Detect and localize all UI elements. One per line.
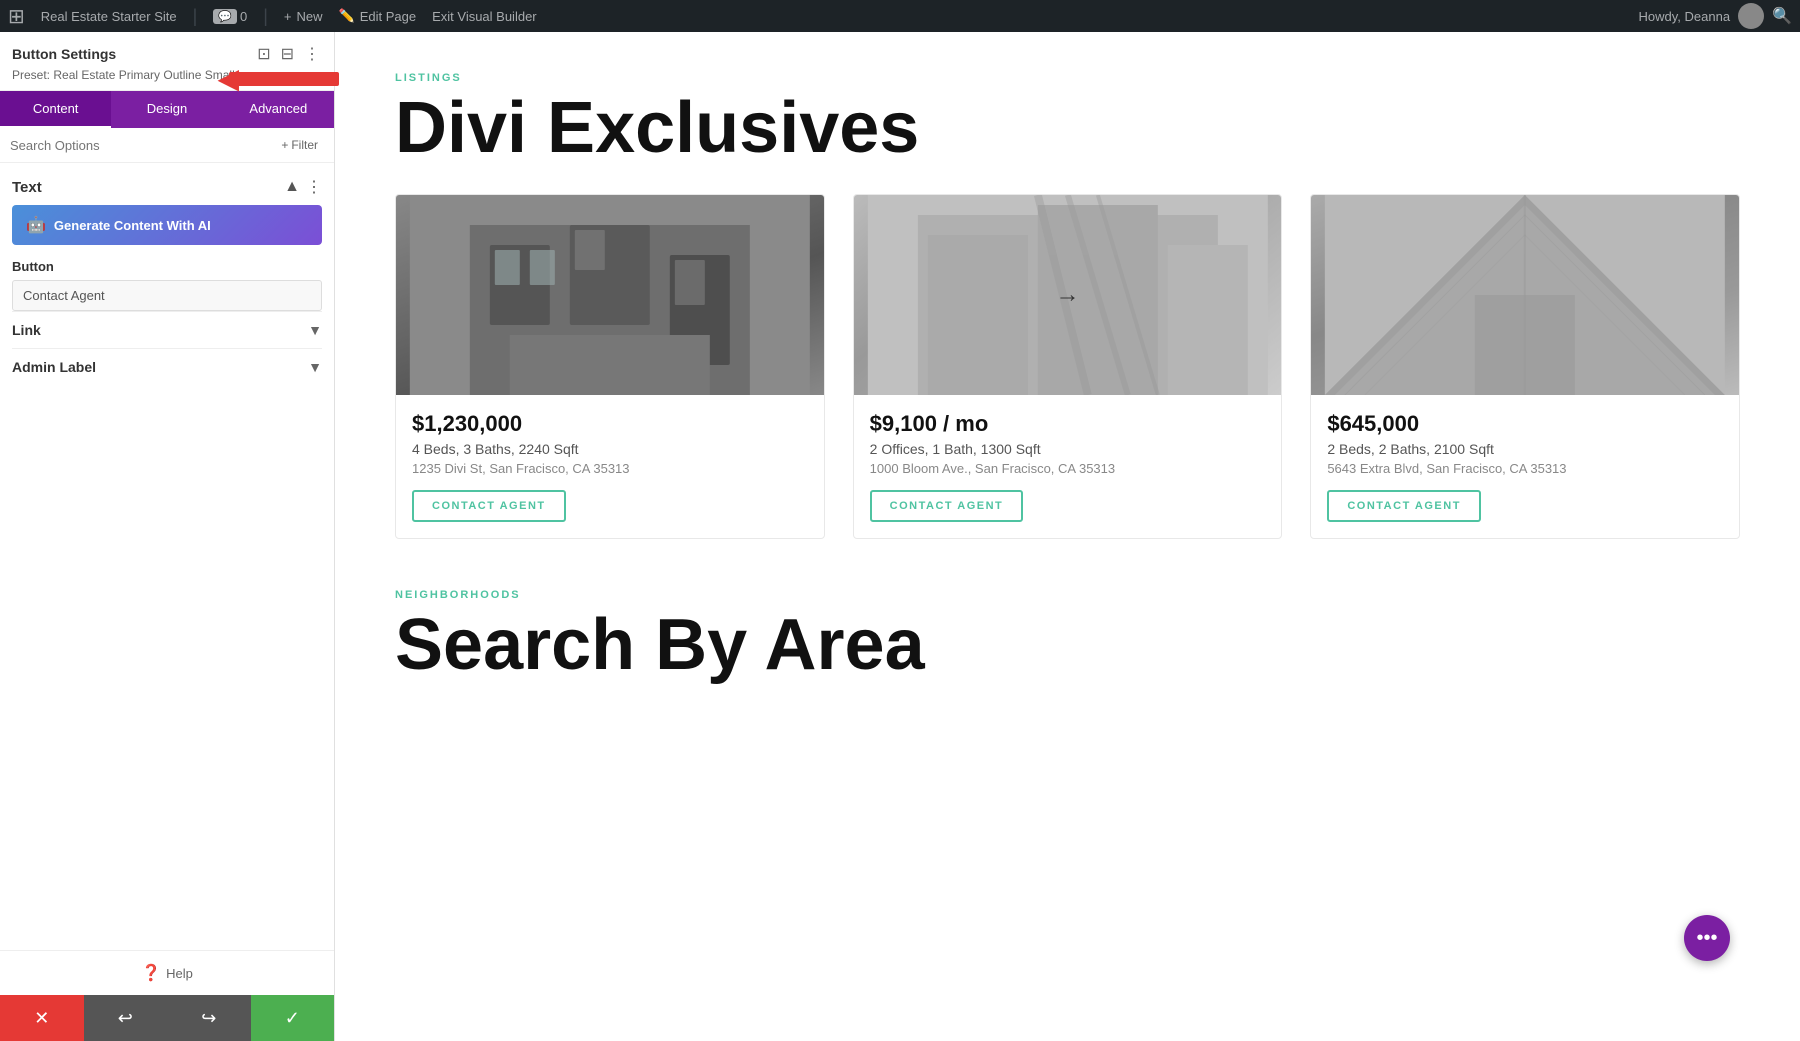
- left-panel: Button Settings ⊡ ⊟ ⋮ Preset: Real Estat…: [0, 32, 335, 1041]
- listing-details-1: 4 Beds, 3 Baths, 2240 Sqft: [412, 441, 808, 457]
- contact-agent-button-1[interactable]: CONTACT AGENT: [412, 490, 566, 522]
- ai-generate-button[interactable]: 🤖 Generate Content With AI: [12, 205, 322, 245]
- neighborhoods-label: NEIGHBORHOODS: [395, 589, 1740, 601]
- content-area: LISTINGS Divi Exclusives: [335, 32, 1800, 1041]
- panel-tabs: Content Design Advanced: [0, 91, 334, 128]
- listing-price-3: $645,000: [1327, 411, 1723, 437]
- listing-address-3: 5643 Extra Blvd, San Fracisco, CA 35313: [1327, 461, 1723, 476]
- undo-button[interactable]: ↩: [84, 995, 168, 1041]
- listing-body-3: $645,000 2 Beds, 2 Baths, 2100 Sqft 5643…: [1311, 395, 1739, 538]
- search-row: + Filter: [0, 128, 334, 163]
- comment-icon: 💬: [213, 9, 237, 24]
- listings-label: LISTINGS: [395, 72, 1740, 84]
- listing-image-2: →: [854, 195, 1282, 395]
- help-icon: ❓: [141, 963, 161, 983]
- text-section-collapse-icon[interactable]: ▲: [284, 178, 300, 196]
- listing-details-3: 2 Beds, 2 Baths, 2100 Sqft: [1327, 441, 1723, 457]
- text-section-menu-icon[interactable]: ⋮: [306, 177, 322, 197]
- listing-card-3: $645,000 2 Beds, 2 Baths, 2100 Sqft 5643…: [1310, 194, 1740, 539]
- text-section-title: Text: [12, 179, 42, 196]
- admin-exit-builder[interactable]: Exit Visual Builder: [432, 9, 537, 24]
- listing-details-2: 2 Offices, 1 Bath, 1300 Sqft: [870, 441, 1266, 457]
- btn-settings-title: Button Settings: [12, 46, 116, 62]
- listings-grid: $1,230,000 4 Beds, 3 Baths, 2240 Sqft 12…: [395, 194, 1740, 539]
- main-layout: Button Settings ⊡ ⊟ ⋮ Preset: Real Estat…: [0, 32, 1800, 1041]
- panel-content: Text ▲ ⋮ 🤖 Generate Content With AI Butt…: [0, 163, 334, 950]
- admin-bar: ⊞ Real Estate Starter Site | 💬 0 | + New…: [0, 0, 1800, 32]
- link-chevron-icon: ▼: [308, 322, 322, 338]
- tab-design[interactable]: Design: [111, 91, 222, 128]
- admin-label-title: Admin Label: [12, 359, 96, 375]
- listing-address-2: 1000 Bloom Ave., San Fracisco, CA 35313: [870, 461, 1266, 476]
- floating-menu-button[interactable]: •••: [1684, 915, 1730, 961]
- wordpress-icon[interactable]: ⊞: [8, 4, 25, 29]
- save-button[interactable]: ✓: [251, 995, 335, 1041]
- listing-image-1: [396, 195, 824, 395]
- neighborhoods-section: NEIGHBORHOODS Search By Area: [395, 589, 1740, 681]
- listing-price-1: $1,230,000: [412, 411, 808, 437]
- admin-site-name[interactable]: Real Estate Starter Site: [41, 9, 177, 24]
- redo-button[interactable]: ↪: [167, 995, 251, 1041]
- help-row[interactable]: ❓ Help: [0, 950, 334, 995]
- neighborhoods-title: Search By Area: [395, 609, 1740, 681]
- admin-label-chevron-icon: ▼: [308, 359, 322, 375]
- tab-content[interactable]: Content: [0, 91, 111, 128]
- link-section-header[interactable]: Link ▼: [12, 322, 322, 338]
- listing-body-2: $9,100 / mo 2 Offices, 1 Bath, 1300 Sqft…: [854, 395, 1282, 538]
- link-section-title: Link: [12, 322, 41, 338]
- admin-howdy: Howdy, Deanna: [1639, 9, 1731, 24]
- contact-agent-button-3[interactable]: CONTACT AGENT: [1327, 490, 1481, 522]
- search-input[interactable]: [10, 138, 269, 153]
- preset-label: Preset: Real Estate Primary Outline Smal…: [12, 68, 235, 82]
- link-section: Link ▼: [12, 311, 322, 348]
- admin-new[interactable]: + New: [284, 9, 323, 24]
- listing-card-2: → $9,100 / mo 2 Offices, 1 Bath, 1300 Sq…: [853, 194, 1283, 539]
- admin-label-section-header[interactable]: Admin Label ▼: [12, 359, 322, 375]
- filter-button[interactable]: + Filter: [275, 136, 324, 154]
- red-bar: [229, 72, 339, 86]
- avatar[interactable]: [1738, 3, 1764, 29]
- admin-search-icon[interactable]: 🔍: [1772, 6, 1792, 26]
- bottom-bar: ✕ ↩ ↪ ✓: [0, 995, 334, 1041]
- button-section-label: Button: [12, 259, 322, 274]
- plus-icon: +: [284, 9, 292, 24]
- admin-label-section: Admin Label ▼: [12, 348, 322, 385]
- listing-image-3: [1311, 195, 1739, 395]
- contact-agent-button-2[interactable]: CONTACT AGENT: [870, 490, 1024, 522]
- listing-price-2: $9,100 / mo: [870, 411, 1266, 437]
- text-section-header: Text ▲ ⋮: [12, 177, 322, 197]
- cancel-button[interactable]: ✕: [0, 995, 84, 1041]
- admin-comments[interactable]: 💬 0: [213, 9, 247, 24]
- listing-body-1: $1,230,000 4 Beds, 3 Baths, 2240 Sqft 12…: [396, 395, 824, 538]
- red-arrow-indicator: ◀: [217, 62, 339, 95]
- ai-icon: 🤖: [26, 215, 46, 235]
- listing-card: $1,230,000 4 Beds, 3 Baths, 2240 Sqft 12…: [395, 194, 825, 539]
- arrow-icon: →: [1055, 281, 1079, 309]
- listing-address-1: 1235 Divi St, San Fracisco, CA 35313: [412, 461, 808, 476]
- page-title: Divi Exclusives: [395, 92, 1740, 164]
- filter-plus-icon: +: [281, 138, 288, 152]
- tab-advanced[interactable]: Advanced: [223, 91, 334, 128]
- button-text-input[interactable]: [12, 280, 322, 311]
- admin-edit-page[interactable]: ✏️ Edit Page: [339, 8, 417, 24]
- pencil-icon: ✏️: [339, 8, 355, 24]
- admin-bar-right: Howdy, Deanna 🔍: [1639, 3, 1792, 29]
- button-section: Button: [12, 259, 322, 311]
